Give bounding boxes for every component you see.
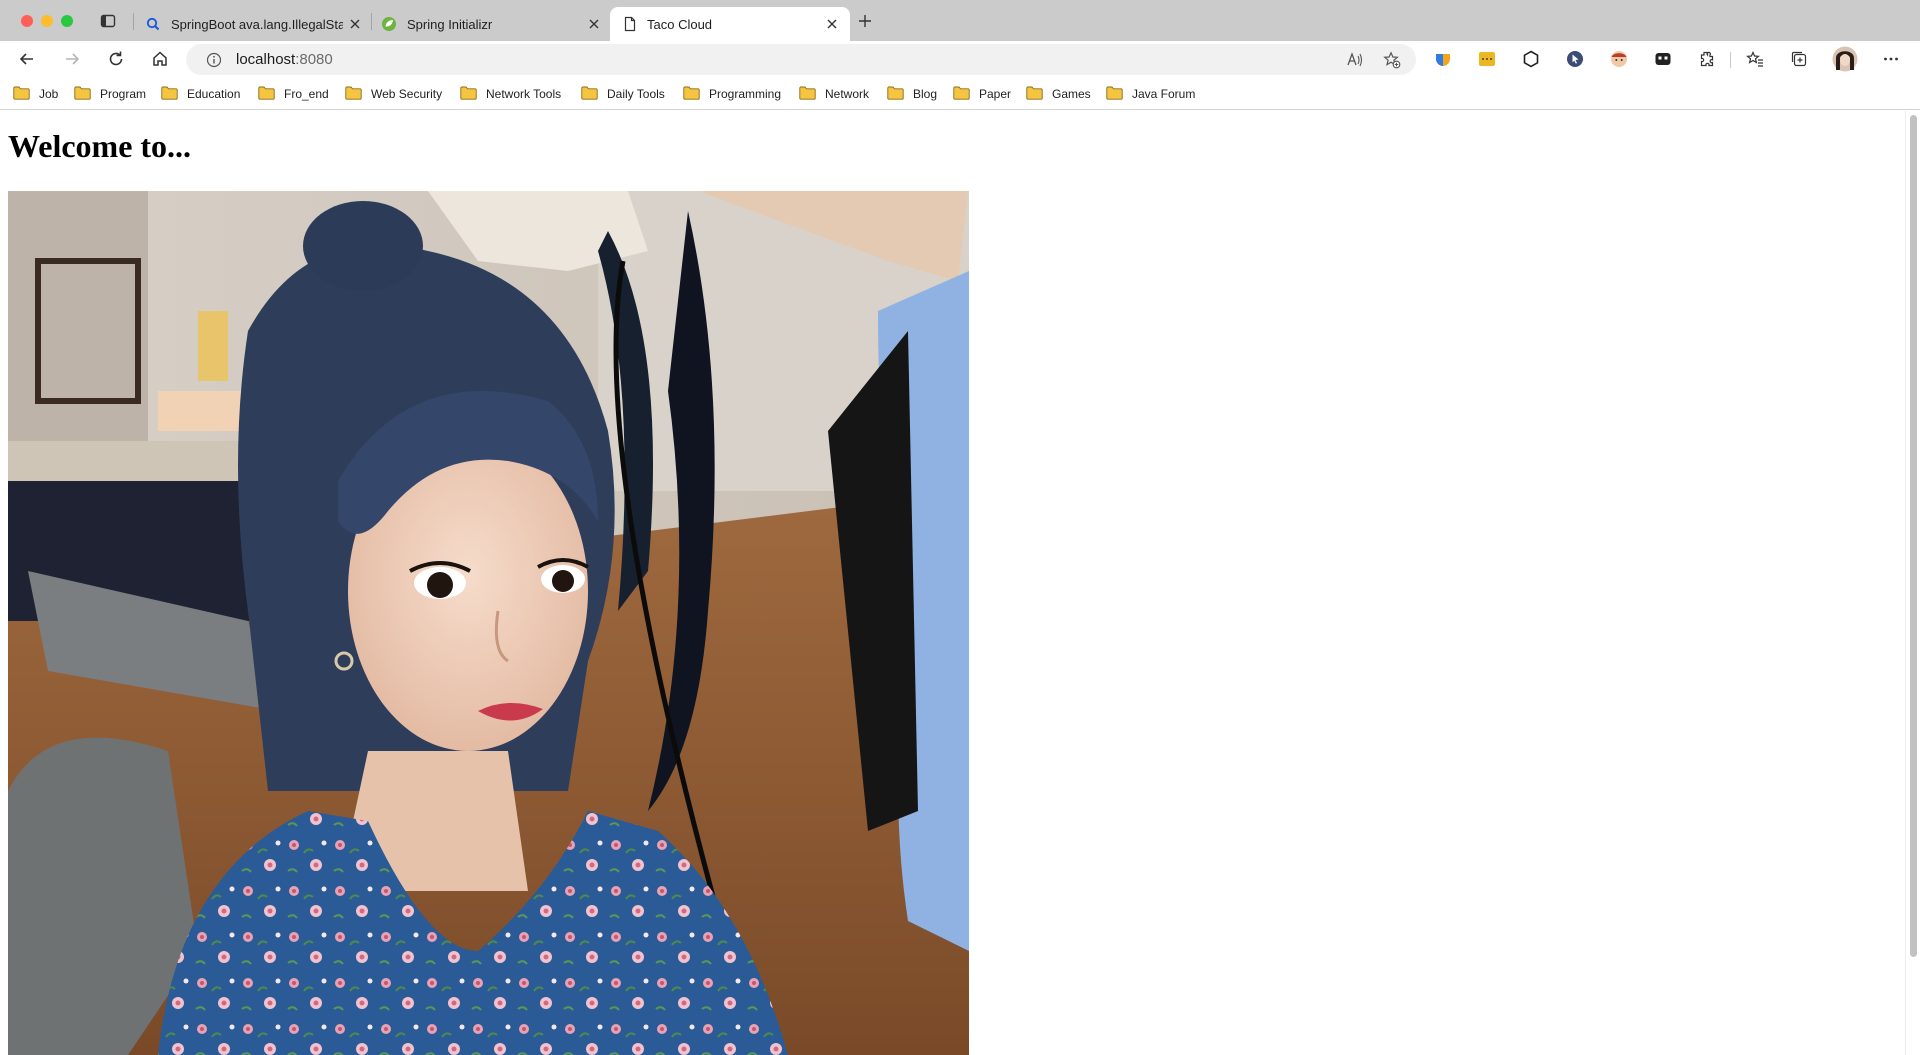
back-icon[interactable] (17, 49, 37, 69)
bookmark-label: Games (1052, 87, 1091, 101)
tab-spring-initializr[interactable]: Spring Initializr (373, 7, 608, 41)
bookmark-label: Java Forum (1132, 87, 1196, 101)
bookmarks-bar: Job Program Education Fro_end Web Securi… (0, 78, 1920, 110)
bookmark-label: Fro_end (284, 87, 329, 101)
read-aloud-icon[interactable] (1346, 51, 1364, 69)
new-tab-icon[interactable] (857, 13, 873, 29)
scrollbar-thumb[interactable] (1910, 115, 1917, 957)
folder-icon (74, 86, 91, 100)
window-minimize-button[interactable] (41, 15, 53, 27)
folder-icon (799, 86, 816, 100)
cursor-extension-icon[interactable] (1566, 50, 1584, 68)
tab-title: Spring Initializr (407, 17, 493, 32)
tab-taco-cloud[interactable]: Taco Cloud (610, 7, 850, 41)
folder-icon (953, 86, 970, 100)
bookmark-label: Network Tools (486, 87, 562, 101)
extensions-icon[interactable] (1698, 50, 1716, 68)
close-icon[interactable] (825, 17, 839, 31)
page-heading: Welcome to... (8, 128, 192, 164)
url-text: localhost:8080 (236, 51, 333, 68)
bookmark-label: Education (187, 87, 241, 101)
tab-actions-icon[interactable] (100, 13, 116, 29)
tab-separator (371, 13, 372, 30)
bookmark-label: Job (39, 87, 59, 101)
welcome-photo (8, 191, 969, 1055)
bookmark-label: Blog (913, 87, 938, 101)
bookmark-label: Web Security (371, 87, 443, 101)
folder-icon (460, 86, 477, 100)
search-icon (146, 17, 160, 31)
profile-avatar-icon[interactable] (1832, 46, 1858, 72)
tab-title: SpringBoot ava.lang.IllegalSta (171, 17, 343, 32)
folder-icon (581, 86, 598, 100)
folder-icon (1106, 86, 1123, 100)
folder-icon (161, 86, 178, 100)
url-port: :8080 (295, 51, 333, 68)
address-bar[interactable]: localhost:8080 (186, 44, 1416, 75)
tab-strip: SpringBoot ava.lang.IllegalSta Spring In… (0, 0, 1920, 41)
page-icon (624, 16, 636, 32)
tab-springboot[interactable]: SpringBoot ava.lang.IllegalSta (135, 7, 370, 41)
password-manager-icon[interactable] (1478, 50, 1496, 68)
bookmark-label: Network (825, 87, 870, 101)
avatar-extension-icon[interactable] (1610, 50, 1628, 68)
bookmark-label: Program (100, 87, 147, 101)
home-icon[interactable] (150, 49, 170, 69)
browser-toolbar: localhost:8080 (0, 41, 1920, 78)
browser-extension-icon[interactable] (1434, 50, 1452, 68)
game-extension-icon[interactable] (1654, 50, 1672, 68)
toolbar-separator (1730, 52, 1731, 68)
page-content: Welcome to... (0, 111, 1905, 1055)
add-favorite-icon[interactable] (1383, 51, 1401, 69)
tab-title: Taco Cloud (647, 17, 713, 32)
folder-icon (13, 86, 30, 100)
url-host: localhost (236, 51, 296, 68)
page-scrollbar[interactable] (1905, 111, 1920, 1055)
bookmark-label: Programming (709, 87, 782, 101)
window-close-button[interactable] (21, 15, 33, 27)
folder-icon (258, 86, 275, 100)
close-icon[interactable] (348, 17, 362, 31)
folder-icon (887, 86, 904, 100)
spring-leaf-icon (382, 17, 396, 31)
refresh-icon[interactable] (106, 49, 126, 69)
bookmark-label: Paper (979, 87, 1012, 101)
folder-icon (683, 86, 700, 100)
folder-icon (1026, 86, 1043, 100)
bookmark-label: Daily Tools (607, 87, 665, 101)
tab-separator (133, 13, 134, 30)
collections-icon[interactable] (1790, 50, 1808, 68)
folder-icon (345, 86, 362, 100)
more-options-icon[interactable] (1882, 50, 1900, 68)
close-icon[interactable] (587, 17, 601, 31)
info-icon[interactable] (206, 52, 222, 68)
window-maximize-button[interactable] (61, 15, 73, 27)
favorites-icon[interactable] (1746, 50, 1764, 68)
forward-icon[interactable] (62, 49, 82, 69)
hexagon-extension-icon[interactable] (1522, 50, 1540, 68)
